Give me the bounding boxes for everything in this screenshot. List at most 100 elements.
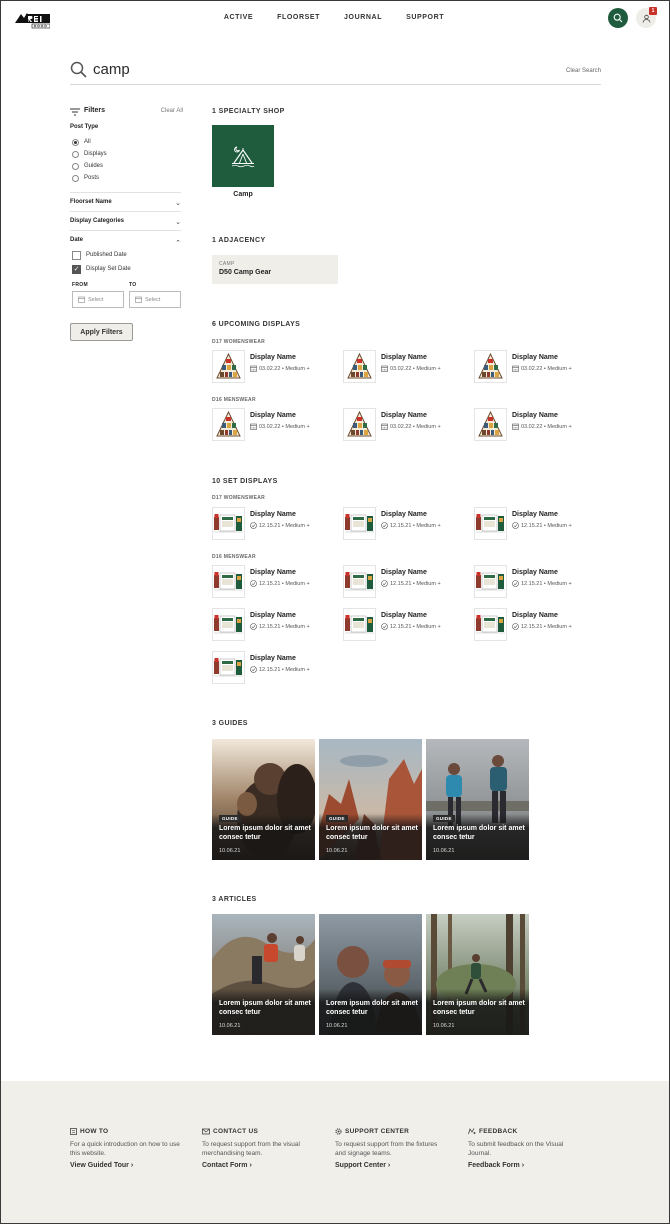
footer-link[interactable]: Support Center › xyxy=(335,1162,445,1169)
set-group-label: D16 MENSWEAR xyxy=(212,554,256,560)
card-date: 10.06.21 xyxy=(326,848,348,854)
display-meta: 12.15.21 • Medium + xyxy=(381,522,441,529)
check-circle-icon xyxy=(512,580,519,587)
upcoming-group-label: D16 MENSWEAR xyxy=(212,397,256,403)
footer-link[interactable]: View Guided Tour › xyxy=(70,1162,180,1169)
check-circle-icon xyxy=(381,623,388,630)
display-card[interactable]: Display Name 12.15.21 • Medium + xyxy=(474,565,599,599)
display-card[interactable]: Display Name 03.02.22 • Medium + xyxy=(343,408,468,442)
check-circle-icon xyxy=(250,623,257,630)
accordion-label: Display Categories xyxy=(70,218,125,224)
clear-search-link[interactable]: Clear Search xyxy=(566,68,601,74)
articles-heading: 3 ARTICLES xyxy=(212,896,257,903)
display-card[interactable]: Display Name 12.15.21 • Medium + xyxy=(343,608,468,642)
display-name: Display Name xyxy=(512,354,558,361)
footer-heading-text: CONTACT US xyxy=(213,1128,259,1135)
checkbox[interactable] xyxy=(72,250,81,260)
footer-heading: FEEDBACK xyxy=(468,1128,578,1135)
from-date-input[interactable]: Select xyxy=(72,291,124,308)
clear-all-link[interactable]: Clear All xyxy=(161,108,183,114)
check-circle-icon xyxy=(250,580,257,587)
display-card[interactable]: Display Name 12.15.21 • Medium + xyxy=(474,608,599,642)
display-meta-text: 03.02.22 • Medium + xyxy=(521,423,572,430)
display-thumbnail-image xyxy=(347,410,372,437)
display-card[interactable]: Display Name 12.15.21 • Medium + xyxy=(343,507,468,541)
footer-link[interactable]: Contact Form › xyxy=(202,1162,312,1169)
display-card[interactable]: Display Name 03.02.22 • Medium + xyxy=(474,350,599,384)
display-meta-text: 12.15.21 • Medium + xyxy=(521,522,572,529)
display-thumbnail xyxy=(212,608,245,641)
nav-journal[interactable]: JOURNAL xyxy=(344,14,382,21)
display-thumbnail-image xyxy=(476,615,505,634)
accordion-floorset-name[interactable]: Floorset Name ⌄ xyxy=(70,192,181,211)
post-type-guides[interactable]: Guides xyxy=(72,160,181,172)
check-circle-icon xyxy=(512,522,519,529)
apply-filters-button[interactable]: Apply Filters xyxy=(70,323,133,341)
guide-card[interactable]: GUIDE Lorem ipsum dolor sit amet consec t… xyxy=(426,739,529,860)
specialty-shop-camp-tile[interactable] xyxy=(212,125,274,187)
display-meta: 12.15.21 • Medium + xyxy=(512,522,572,529)
adjacency-card[interactable]: CAMP D50 Camp Gear xyxy=(212,255,338,284)
notification-badge: 1 xyxy=(649,7,657,15)
display-name: Display Name xyxy=(381,569,427,576)
guide-card[interactable]: GUIDE Lorem ipsum dolor sit amet consec t… xyxy=(212,739,315,860)
display-meta-text: 12.15.21 • Medium + xyxy=(259,522,310,529)
display-name: Display Name xyxy=(381,511,427,518)
footer-column: FEEDBACK To submit feedback on the Visual… xyxy=(468,1128,578,1169)
calendar-icon xyxy=(135,296,142,303)
filters-header: Filters Clear All xyxy=(70,106,183,118)
display-card[interactable]: Display Name 12.15.21 • Medium + xyxy=(212,651,337,685)
display-card[interactable]: Display Name 12.15.21 • Medium + xyxy=(474,507,599,541)
footer-link[interactable]: Feedback Form › xyxy=(468,1162,578,1169)
header-search-button[interactable] xyxy=(608,8,628,28)
post-type-displays[interactable]: Displays xyxy=(72,148,181,160)
display-meta: 12.15.21 • Medium + xyxy=(512,580,572,587)
check-circle-icon xyxy=(381,522,388,529)
display-card[interactable]: Display Name 03.02.22 • Medium + xyxy=(212,408,337,442)
footer-link-text[interactable]: Feedback Form xyxy=(468,1162,520,1169)
footer-heading: SUPPORT CENTER xyxy=(335,1128,445,1135)
radio-selected[interactable] xyxy=(72,138,79,146)
display-card[interactable]: Display Name 03.02.22 • Medium + xyxy=(212,350,337,384)
display-meta-text: 03.02.22 • Medium + xyxy=(259,365,310,372)
display-card[interactable]: Display Name 12.15.21 • Medium + xyxy=(212,608,337,642)
search-query[interactable]: camp xyxy=(93,61,130,78)
footer-link-text[interactable]: Support Center xyxy=(335,1162,386,1169)
post-type-all[interactable]: All xyxy=(72,136,181,148)
footer-link-text[interactable]: View Guided Tour xyxy=(70,1162,129,1169)
specialty-shop-label[interactable]: Camp xyxy=(212,191,274,198)
guide-card[interactable]: GUIDE Lorem ipsum dolor sit amet consec t… xyxy=(319,739,422,860)
nav-floorset[interactable]: FLOORSET xyxy=(277,14,320,21)
article-card[interactable]: Lorem ipsum dolor sit amet consec tetur 1… xyxy=(212,914,315,1035)
nav-active[interactable]: ACTIVE xyxy=(224,14,253,21)
display-meta-text: 03.02.22 • Medium + xyxy=(259,423,310,430)
chevron-right-icon: › xyxy=(130,1162,134,1169)
footer-link-text[interactable]: Contact Form xyxy=(202,1162,248,1169)
display-card[interactable]: Display Name 03.02.22 • Medium + xyxy=(343,350,468,384)
display-card[interactable]: Display Name 03.02.22 • Medium + xyxy=(474,408,599,442)
article-card[interactable]: Lorem ipsum dolor sit amet consec tetur 1… xyxy=(426,914,529,1035)
radio[interactable] xyxy=(72,174,79,182)
post-type-posts[interactable]: Posts xyxy=(72,172,181,184)
display-card[interactable]: Display Name 12.15.21 • Medium + xyxy=(343,565,468,599)
radio[interactable] xyxy=(72,150,79,158)
article-card[interactable]: Lorem ipsum dolor sit amet consec tetur 1… xyxy=(319,914,422,1035)
display-card[interactable]: Display Name 12.15.21 • Medium + xyxy=(212,565,337,599)
display-meta: 03.02.22 • Medium + xyxy=(512,365,572,372)
published-date-option[interactable]: Published Date xyxy=(72,248,181,262)
footer-heading: CONTACT US xyxy=(202,1128,312,1135)
to-date-input[interactable]: Select xyxy=(129,291,181,308)
radio-label: All xyxy=(84,139,91,145)
check-circle-icon xyxy=(250,522,257,529)
chevron-up-icon: ⌃ xyxy=(175,240,181,247)
display-thumbnail xyxy=(474,408,507,441)
radio[interactable] xyxy=(72,162,79,170)
display-thumbnail xyxy=(474,507,507,540)
accordion-date[interactable]: Date ⌃ xyxy=(70,230,181,249)
checkbox-checked[interactable]: ✓ xyxy=(72,264,81,274)
search-bar[interactable]: camp Clear Search xyxy=(70,58,601,85)
display-set-date-option[interactable]: ✓ Display Set Date xyxy=(72,262,181,276)
display-card[interactable]: Display Name 12.15.21 • Medium + xyxy=(212,507,337,541)
accordion-display-categories[interactable]: Display Categories ⌄ xyxy=(70,211,181,230)
nav-support[interactable]: SUPPORT xyxy=(406,14,444,21)
